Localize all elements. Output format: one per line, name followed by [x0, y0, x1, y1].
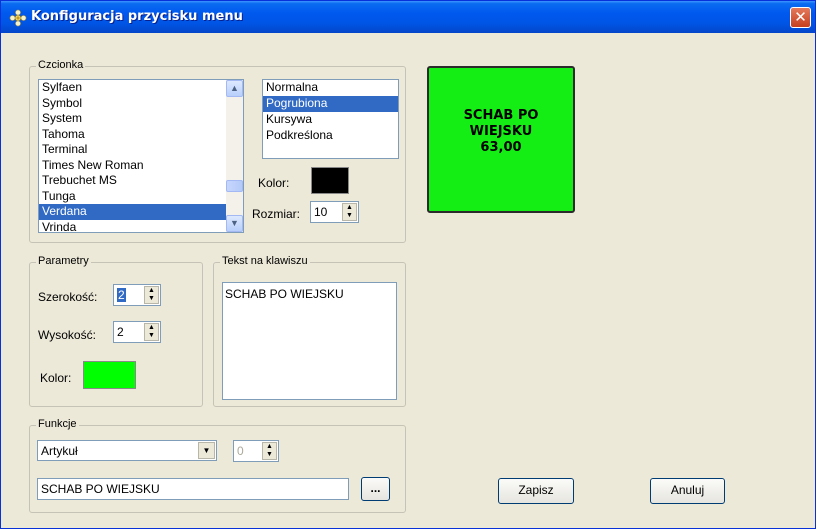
spin-down-icon[interactable]: ▼ [145, 295, 158, 303]
app-icon [9, 9, 27, 27]
save-button[interactable]: Zapisz [498, 478, 574, 504]
parameters-group: Parametry Szerokość: 2 ▲ ▼ Wysokość: 2 ▲… [29, 255, 203, 407]
spin-down-icon[interactable]: ▼ [343, 212, 356, 220]
list-item[interactable]: Normalna [263, 80, 398, 96]
font-color-swatch[interactable] [311, 167, 349, 194]
list-item[interactable]: Symbol [39, 96, 243, 112]
list-item[interactable]: Times New Roman [39, 158, 243, 174]
height-label: Wysokość: [38, 328, 96, 342]
width-value[interactable]: 2 [117, 288, 126, 302]
button-color-swatch[interactable] [83, 361, 136, 389]
close-button[interactable]: ✕ [790, 7, 811, 28]
spin-up-icon[interactable]: ▲ [343, 204, 356, 212]
preview-text: SCHAB PO WIEJSKU 63,00 [463, 107, 539, 155]
function-item-field[interactable]: SCHAB PO WIEJSKU [37, 478, 349, 500]
key-text-value: SCHAB PO WIEJSKU [225, 287, 344, 301]
style-list[interactable]: Normalna Pogrubiona Kursywa Podkreślona [262, 79, 399, 159]
key-text-group-legend: Tekst na klawiszu [220, 255, 310, 267]
browse-label: ... [370, 481, 381, 495]
spinner-arrows[interactable]: ▲ ▼ [144, 323, 159, 341]
list-item-selected[interactable]: Verdana [39, 204, 243, 220]
height-spinner[interactable]: 2 ▲ ▼ [113, 321, 161, 343]
list-item[interactable]: Trebuchet MS [39, 173, 243, 189]
title-bar[interactable]: Konfiguracja przycisku menu ✕ [1, 1, 815, 33]
list-item[interactable]: Sylfaen [39, 80, 243, 96]
width-label: Szerokość: [38, 290, 98, 304]
cancel-label: Anuluj [670, 483, 705, 497]
font-list[interactable]: Sylfaen Symbol System Tahoma Terminal Ti… [38, 79, 244, 233]
parameters-group-legend: Parametry [36, 255, 91, 267]
spin-down-icon[interactable]: ▼ [145, 332, 158, 340]
window-title: Konfiguracja przycisku menu [31, 9, 243, 24]
dialog-window: Konfiguracja przycisku menu ✕ Czcionka S… [0, 0, 816, 529]
chevron-up-icon: ▲ [230, 83, 239, 93]
height-value[interactable]: 2 [117, 325, 124, 339]
list-item-selected[interactable]: Pogrubiona [263, 96, 398, 112]
font-group-legend: Czcionka [36, 59, 86, 71]
list-item[interactable]: Tunga [39, 189, 243, 205]
key-text-group: Tekst na klawiszu SCHAB PO WIEJSKU [213, 255, 406, 407]
scroll-down-button[interactable]: ▼ [226, 215, 243, 232]
dropdown-button[interactable]: ▼ [198, 442, 215, 459]
spinner-arrows: ▲ ▼ [262, 442, 277, 460]
cancel-button[interactable]: Anuluj [650, 478, 725, 504]
spinner-arrows[interactable]: ▲ ▼ [342, 203, 357, 221]
function-number-spinner: 0 ▲ ▼ [233, 440, 279, 462]
function-type-select[interactable]: Artykuł ▼ [37, 440, 217, 461]
list-item[interactable]: Kursywa [263, 112, 398, 128]
function-type-value: Artykuł [41, 444, 78, 458]
spin-up-icon: ▲ [266, 443, 273, 450]
list-item[interactable]: Podkreślona [263, 128, 398, 144]
button-preview: SCHAB PO WIEJSKU 63,00 [427, 66, 575, 213]
scroll-thumb[interactable] [226, 180, 243, 192]
list-item[interactable]: Terminal [39, 142, 243, 158]
font-color-label: Kolor: [258, 176, 290, 190]
font-size-value[interactable]: 10 [314, 205, 327, 219]
list-item[interactable]: Vrinda [39, 220, 243, 233]
font-size-spinner[interactable]: 10 ▲ ▼ [310, 201, 359, 223]
browse-button[interactable]: ... [361, 477, 390, 501]
functions-group-legend: Funkcje [36, 418, 79, 430]
save-label: Zapisz [518, 483, 554, 497]
chevron-down-icon: ▼ [202, 446, 211, 455]
width-spinner[interactable]: 2 ▲ ▼ [113, 284, 161, 306]
function-number-value: 0 [237, 444, 244, 458]
key-text-textarea[interactable]: SCHAB PO WIEJSKU [222, 282, 397, 400]
chevron-down-icon: ▼ [230, 218, 239, 228]
close-icon: ✕ [794, 8, 807, 26]
spin-up-icon[interactable]: ▲ [145, 324, 158, 332]
spin-up-icon[interactable]: ▲ [145, 287, 158, 295]
functions-group: Funkcje Artykuł ▼ 0 ▲ ▼ SCHAB PO WIEJSKU… [29, 418, 406, 513]
scroll-up-button[interactable]: ▲ [226, 80, 243, 97]
font-list-scrollbar[interactable]: ▲ ▼ [226, 80, 243, 232]
function-item-value: SCHAB PO WIEJSKU [41, 482, 160, 496]
list-item[interactable]: System [39, 111, 243, 127]
font-group: Czcionka Sylfaen Symbol System Tahoma Te… [29, 59, 406, 243]
list-item[interactable]: Tahoma [39, 127, 243, 143]
spin-down-icon: ▼ [266, 451, 273, 458]
button-color-label: Kolor: [40, 371, 72, 385]
font-size-label: Rozmiar: [252, 207, 301, 221]
spinner-arrows[interactable]: ▲ ▼ [144, 286, 159, 304]
